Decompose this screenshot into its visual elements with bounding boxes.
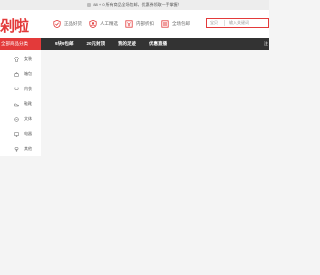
monitor-icon [14, 132, 19, 137]
nav-link-end[interactable]: 注 [264, 38, 268, 50]
search-scope-select[interactable]: 宝贝 [207, 20, 225, 26]
sidebar-item-label: 鞋靴 [24, 101, 32, 106]
feature-free-shipping: 全场包邮 [161, 20, 197, 28]
sidebar-item-bags[interactable]: 箱包 [0, 69, 41, 79]
sidebar-item-underwear[interactable]: 内衣 [0, 84, 41, 94]
all-categories-button[interactable]: 全部商品分类 [0, 38, 41, 50]
feature-label: 全场包邮 [172, 21, 190, 26]
nav-link-live[interactable]: 优惠直播 [149, 38, 167, 50]
sidebar-item-women[interactable]: 女装 [0, 54, 41, 64]
shoe-icon [14, 103, 19, 106]
site-logo[interactable]: 剁啦 [0, 15, 29, 36]
category-sidebar: 女装 箱包 内衣 鞋靴 文体 电器 其他 [0, 50, 41, 156]
search-box[interactable]: 宝贝 输入关键词 [206, 18, 269, 28]
sidebar-item-label: 内衣 [24, 86, 32, 91]
shirt-icon [14, 56, 19, 62]
sidebar-item-label: 其他 [24, 146, 32, 151]
bra-icon [14, 87, 19, 90]
sidebar-item-label: 电器 [24, 131, 32, 136]
sidebar-item-label: 文体 [24, 116, 32, 121]
feature-label: 正品好货 [64, 21, 82, 26]
nav-links: 9块9包邮 20元封顶 我的足迹 优惠直播 [55, 38, 180, 50]
feature-list: 正品好货 人工精选 内部折扣 全场包邮 [53, 20, 197, 28]
nav-link-9-9[interactable]: 9块9包邮 [55, 38, 74, 50]
sidebar-item-label: 箱包 [24, 71, 32, 76]
shop-icon [161, 20, 169, 28]
food-icon [14, 116, 19, 122]
announcement-text: 88 + 0 所有商品全场包邮，优惠券领取一手掌握！ [93, 2, 182, 7]
feature-discount: 内部折扣 [125, 20, 161, 28]
shield-check-icon [53, 20, 61, 28]
sidebar-item-appliances[interactable]: 电器 [0, 129, 41, 139]
announcement-bar: 88 + 0 所有商品全场包邮，优惠券领取一手掌握！ [0, 0, 269, 10]
feature-curated: 人工精选 [89, 20, 125, 28]
nav-link-20[interactable]: 20元封顶 [87, 38, 106, 50]
site-header: 剁啦 正品好货 人工精选 内部折扣 全场包邮 宝贝 输入关键词 [0, 10, 269, 38]
speaker-icon [87, 3, 92, 7]
sidebar-item-sports[interactable]: 文体 [0, 114, 41, 124]
sidebar-item-shoes[interactable]: 鞋靴 [0, 99, 41, 109]
search-input[interactable]: 输入关键词 [225, 20, 249, 26]
feature-label: 人工精选 [100, 21, 118, 26]
nav-link-history[interactable]: 我的足迹 [118, 38, 136, 50]
sidebar-item-label: 女装 [24, 56, 32, 61]
bag-icon [14, 71, 19, 77]
main-nav: 全部商品分类 9块9包邮 20元封顶 我的足迹 优惠直播 注 [0, 38, 269, 50]
person-icon [89, 20, 97, 28]
feature-genuine: 正品好货 [53, 20, 89, 28]
sidebar-item-other[interactable]: 其他 [0, 144, 41, 154]
feature-label: 内部折扣 [136, 21, 154, 26]
brush-icon [14, 147, 19, 151]
tag-icon [125, 20, 133, 28]
